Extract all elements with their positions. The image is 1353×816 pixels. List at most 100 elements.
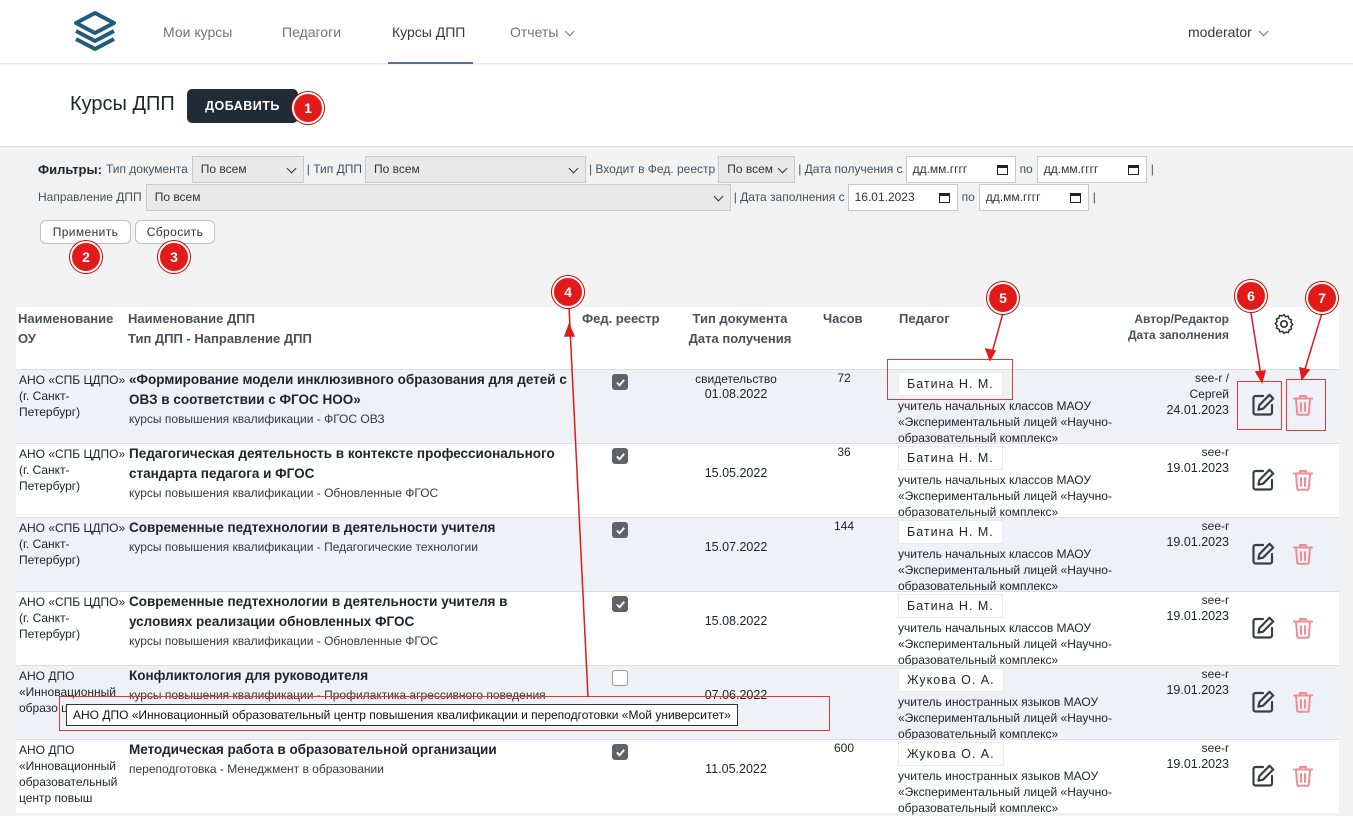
teacher-name[interactable]: Жукова О. А. bbox=[898, 668, 1004, 692]
ou-name[interactable]: АНО «СПБ ЦДПО» (г. Санкт-Петербург) bbox=[19, 520, 127, 590]
fed-checkbox[interactable] bbox=[612, 448, 628, 464]
received-label: | Дата получения с bbox=[798, 162, 903, 176]
trash-icon[interactable] bbox=[1289, 688, 1317, 716]
received-date: 15.05.2022 bbox=[704, 466, 768, 480]
filled-date: 19.01.2023 bbox=[1166, 757, 1229, 771]
doc-type-label: Тип документа bbox=[105, 162, 188, 176]
nav-reports[interactable]: Отчеты bbox=[510, 24, 575, 40]
direction-select[interactable]: По всем bbox=[145, 183, 731, 211]
fed-checkbox[interactable] bbox=[612, 374, 628, 390]
edit-icon[interactable] bbox=[1249, 762, 1277, 790]
teacher-name[interactable]: Батина Н. М. bbox=[898, 594, 1003, 618]
hours: 600 bbox=[833, 741, 855, 755]
add-button[interactable]: ДОБАВИТЬ bbox=[187, 89, 298, 123]
fed-checkbox[interactable] bbox=[612, 744, 628, 760]
table-row[interactable]: АНО «СПБ ЦДПО» (г. Санкт-Петербург) Педаг… bbox=[16, 443, 1339, 519]
edit-icon[interactable] bbox=[1249, 466, 1277, 494]
edit-icon[interactable] bbox=[1249, 540, 1277, 568]
author: see-r bbox=[1201, 445, 1229, 459]
dpp-type: курсы повышения квалификации - ФГОС ОВЗ bbox=[129, 412, 385, 426]
highlight-delete bbox=[1286, 379, 1326, 431]
dpp-type-select[interactable]: По всем bbox=[364, 155, 586, 183]
teacher-name[interactable]: Жукова О. А. bbox=[898, 742, 1004, 766]
received-to-value: дд.мм.гггг bbox=[1043, 162, 1099, 176]
doc-type: 11.05.2022 bbox=[676, 762, 796, 777]
dpp-name[interactable]: Методическая работа в образовательной ор… bbox=[129, 740, 574, 760]
table-row[interactable]: АНО «СПБ ЦДПО» (г. Санкт-Петербург) «Форм… bbox=[16, 369, 1339, 445]
ou-name[interactable]: АНО «СПБ ЦДПО» (г. Санкт-Петербург) bbox=[19, 594, 127, 664]
trash-icon[interactable] bbox=[1289, 540, 1317, 568]
direction-label: Направление ДПП bbox=[38, 190, 142, 204]
fed-select[interactable]: По всем bbox=[718, 155, 796, 183]
calendar-icon[interactable] bbox=[1069, 192, 1081, 203]
filled-to-input[interactable]: дд.мм.гггг bbox=[978, 183, 1089, 211]
to-label: по bbox=[961, 190, 975, 204]
fed-checkbox[interactable] bbox=[612, 670, 628, 686]
filled-from-input[interactable]: 16.01.2023 bbox=[847, 183, 958, 211]
table-row[interactable]: АНО «СПБ ЦДПО» (г. Санкт-Петербург) Совре… bbox=[16, 517, 1339, 593]
table-row[interactable]: АНО ДПО «Инновационный образовательный ц… bbox=[16, 739, 1339, 815]
doc-type-select[interactable]: По всем bbox=[191, 155, 304, 183]
dpp-name[interactable]: Конфликтология для руководителя bbox=[129, 666, 574, 686]
filled-date: 19.01.2023 bbox=[1166, 461, 1229, 475]
edit-icon[interactable] bbox=[1249, 688, 1277, 716]
filled-label: | Дата заполнения с bbox=[733, 190, 845, 204]
nav-teachers[interactable]: Педагоги bbox=[282, 24, 341, 40]
table-header: Наименование ОУ Наименование ДПП Тип ДПП… bbox=[16, 307, 1339, 369]
separator: | bbox=[1150, 162, 1154, 176]
teacher-cell: Батина Н. М. учитель начальных классов МА… bbox=[898, 594, 1128, 668]
settings-gear-icon[interactable] bbox=[1272, 312, 1296, 336]
check-icon bbox=[615, 526, 625, 535]
logo-icon[interactable] bbox=[72, 9, 118, 55]
filled-from-value: 16.01.2023 bbox=[854, 190, 915, 204]
received-date: 15.08.2022 bbox=[704, 614, 768, 628]
dpp-name[interactable]: Современные педтехнологии в деятельности… bbox=[129, 592, 574, 632]
received-to-input[interactable]: дд.мм.гггг bbox=[1036, 155, 1147, 183]
teacher-name[interactable]: Батина Н. М. bbox=[898, 520, 1003, 544]
filled-to-value: дд.мм.гггг bbox=[985, 190, 1041, 204]
filled-date: 19.01.2023 bbox=[1166, 683, 1229, 697]
teacher-name[interactable]: Батина Н. М. bbox=[898, 446, 1003, 470]
user-name: moderator bbox=[1188, 24, 1252, 40]
doc-type: свидетельство 01.08.2022 bbox=[676, 372, 796, 402]
calendar-icon[interactable] bbox=[938, 192, 950, 203]
user-menu[interactable]: moderator bbox=[1188, 24, 1269, 40]
dpp-type-label: | Тип ДПП bbox=[306, 162, 362, 176]
ou-name[interactable]: АНО «СПБ ЦДПО» (г. Санкт-Петербург) bbox=[19, 372, 127, 442]
annotation-marker-2: 2 bbox=[70, 241, 102, 273]
dpp-name[interactable]: Современные педтехнологии в деятельности… bbox=[129, 518, 574, 538]
table-row[interactable]: АНО «СПБ ЦДПО» (г. Санкт-Петербург) Совре… bbox=[16, 591, 1339, 668]
received-from-value: дд.мм.гггг bbox=[912, 162, 968, 176]
trash-icon[interactable] bbox=[1289, 614, 1317, 642]
fed-checkbox[interactable] bbox=[612, 522, 628, 538]
trash-icon[interactable] bbox=[1289, 466, 1317, 494]
filters-label: Фильтры: bbox=[38, 161, 102, 177]
fed-checkbox[interactable] bbox=[612, 596, 628, 612]
dpp-name[interactable]: «Формирование модели инклюзивного образо… bbox=[129, 370, 574, 410]
teacher-position: учитель начальных классов МАОУ «Эксперим… bbox=[898, 621, 1112, 667]
check-icon bbox=[615, 452, 625, 461]
nav-reports-label: Отчеты bbox=[510, 24, 559, 40]
teacher-cell: Жукова О. А. учитель иностранных языков М… bbox=[898, 668, 1128, 742]
doc-type: 15.05.2022 bbox=[676, 466, 796, 481]
filled-date: 24.01.2023 bbox=[1166, 403, 1229, 417]
filled-date: 19.01.2023 bbox=[1166, 609, 1229, 623]
col-dpp-type: Тип ДПП - Направление ДПП bbox=[128, 331, 312, 346]
ou-name[interactable]: АНО «СПБ ЦДПО» (г. Санкт-Петербург) bbox=[19, 446, 127, 516]
dpp-name[interactable]: Педагогическая деятельность в контексте … bbox=[129, 444, 574, 484]
page-header: Курсы ДПП ДОБАВИТЬ bbox=[0, 65, 1353, 147]
doc-type-text: свидетельство bbox=[695, 372, 777, 386]
author-name: Сергей bbox=[1189, 387, 1229, 401]
nav-dpp-courses[interactable]: Курсы ДПП bbox=[392, 24, 465, 40]
edit-icon[interactable] bbox=[1249, 614, 1277, 642]
received-date: 15.07.2022 bbox=[704, 540, 768, 554]
ou-name[interactable]: АНО ДПО «Инновационный образовательный ц… bbox=[19, 742, 127, 812]
annotation-marker-5: 5 bbox=[987, 282, 1019, 314]
annotation-marker-3: 3 bbox=[158, 241, 190, 273]
trash-icon[interactable] bbox=[1289, 762, 1317, 790]
calendar-icon[interactable] bbox=[996, 164, 1008, 175]
nav-my-courses[interactable]: Мои курсы bbox=[163, 24, 232, 40]
calendar-icon[interactable] bbox=[1127, 164, 1139, 175]
author-cell: see-r 19.01.2023 bbox=[1126, 592, 1229, 624]
received-from-input[interactable]: дд.мм.гггг bbox=[905, 155, 1016, 183]
